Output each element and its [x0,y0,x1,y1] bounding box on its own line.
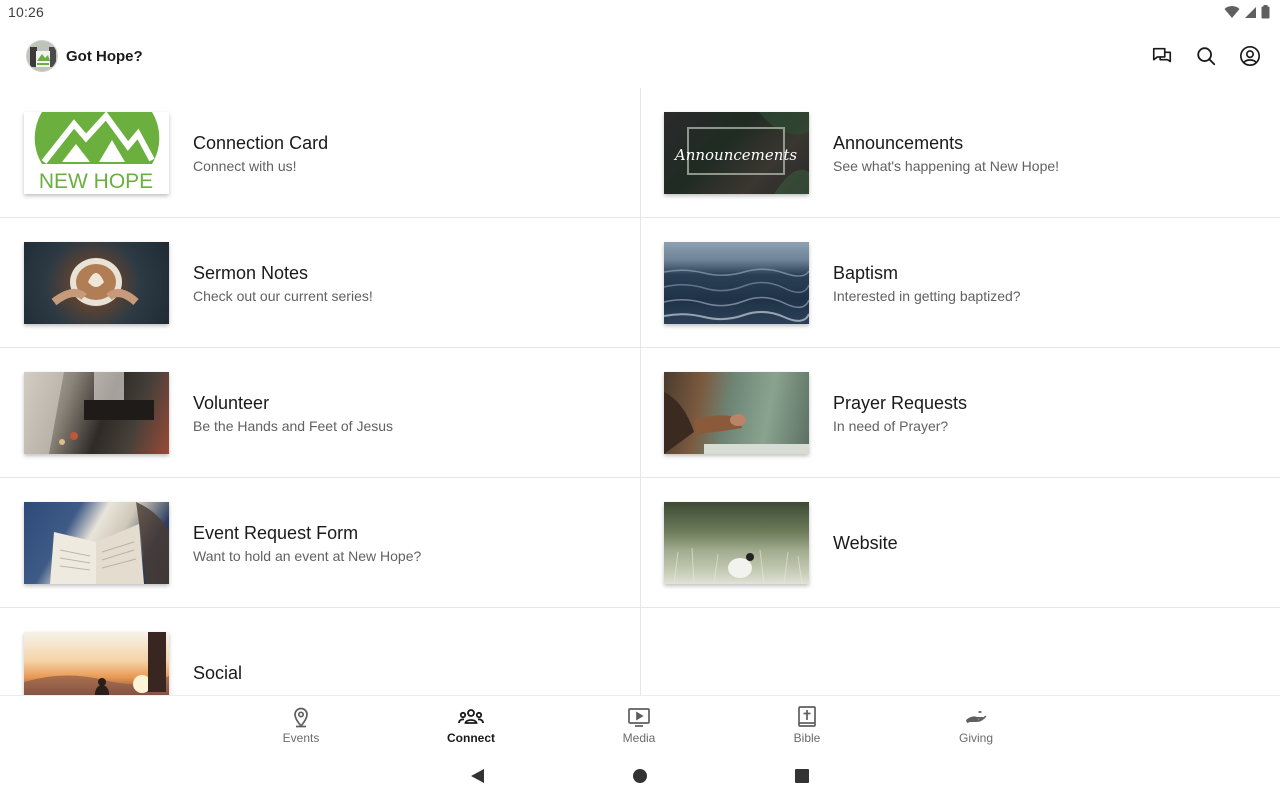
tile-website[interactable]: Website [640,478,1280,608]
tile-baptism[interactable]: Baptism Interested in getting baptized? [640,218,1280,348]
tile-texts: Event Request Form Want to hold an event… [193,478,421,608]
logo-text: NEW HOPE [39,170,153,193]
giving-hand-icon [966,711,987,723]
tile-title: Announcements [833,132,964,153]
home-button[interactable] [631,767,649,785]
praying-hands-image [664,372,809,454]
tile-subtitle: Interested in getting baptized? [833,287,1021,304]
tile-title: Event Request Form [193,522,359,543]
field-lamb-image [664,502,809,584]
tile-title: Website [833,533,898,553]
status-icons [1224,5,1270,19]
nav-bible[interactable]: Bible [752,696,862,752]
wifi-icon [1224,6,1240,19]
tile-title: Volunteer [193,392,270,413]
people-group-icon [458,709,484,724]
status-bar: 10:26 [0,0,1280,24]
tile-announcements[interactable]: Announcements Announcements See what's h… [640,88,1280,218]
tile-texts: Social [193,608,242,695]
account-icon [1240,46,1260,66]
search-icon [1197,47,1216,66]
tile-texts: Baptism Interested in getting baptized? [833,218,1021,348]
tile-title: Sermon Notes [193,262,309,283]
recents-icon [795,769,809,783]
play-screen-icon [628,708,650,727]
nav-label: Events [282,731,320,745]
home-icon [633,769,647,783]
tile-subtitle: See what's happening at New Hope! [833,157,1060,174]
recents-button[interactable] [793,767,811,785]
volunteer-image [24,372,169,454]
nav-connect[interactable]: Connect [416,696,526,752]
tile-sermon-notes[interactable]: Sermon Notes Check out our current serie… [0,218,640,348]
tile-social[interactable]: Social [0,608,640,695]
nav-media[interactable]: Media [584,696,694,752]
tile-connection-card[interactable]: NEW HOPE Connection Card Connect with us… [0,88,640,218]
system-nav [0,751,1280,800]
tile-subtitle: In need of Prayer? [833,417,949,434]
announcements-image-text: Announcements [673,146,798,164]
tile-volunteer[interactable]: Volunteer Be the Hands and Feet of Jesus [0,348,640,478]
battery-icon [1261,5,1270,19]
tile-title: Baptism [833,262,899,283]
app-logo-icon [26,40,58,72]
tile-title: Prayer Requests [833,392,968,413]
app-bar: Got Hope? [0,24,1280,88]
back-button[interactable] [468,767,486,785]
search-button[interactable] [1194,44,1218,68]
tile-subtitle: Be the Hands and Feet of Jesus [193,417,394,434]
account-button[interactable] [1238,44,1262,68]
connect-grid: NEW HOPE Connection Card Connect with us… [0,88,1280,695]
tile-prayer-requests[interactable]: Prayer Requests In need of Prayer? [640,348,1280,478]
bottom-nav: Events Connect Media Bible Giving [0,695,1280,751]
nav-label: Giving [958,731,993,745]
tile-subtitle: Check out our current series! [193,287,373,304]
chat-icon [1152,47,1172,63]
nav-events[interactable]: Events [246,696,356,752]
tile-title: Social [193,663,243,683]
nav-giving[interactable]: Giving [921,696,1031,752]
status-time: 10:26 [8,4,45,20]
app-actions [1150,44,1262,68]
back-icon [471,769,484,783]
tile-texts: Prayer Requests In need of Prayer? [833,348,967,478]
bible-cross-icon [798,706,816,727]
location-pin-icon [294,707,308,728]
tile-subtitle: Want to hold an event at New Hope? [193,547,422,564]
tile-texts: Announcements See what's happening at Ne… [833,88,1059,218]
bible-image [24,502,169,584]
announcements-image: Announcements [664,112,809,194]
water-image [664,242,809,324]
tile-texts: Sermon Notes Check out our current serie… [193,218,373,348]
tile-texts: Website [833,478,898,608]
sunset-people-image [24,632,169,695]
tile-title: Connection Card [193,132,329,153]
cell-signal-icon [1245,6,1256,18]
chat-button[interactable] [1150,44,1174,68]
app-title: Got Hope? [66,47,143,65]
nav-label: Connect [447,731,495,745]
new-hope-logo-image: NEW HOPE [24,112,169,194]
nav-label: Media [622,731,656,745]
nav-label: Bible [793,731,821,745]
tile-texts: Volunteer Be the Hands and Feet of Jesus [193,348,393,478]
brand: Got Hope? [26,40,143,72]
tile-texts: Connection Card Connect with us! [193,88,328,218]
coffee-cup-image [24,242,169,324]
tile-subtitle: Connect with us! [193,157,297,174]
tile-event-request-form[interactable]: Event Request Form Want to hold an event… [0,478,640,608]
